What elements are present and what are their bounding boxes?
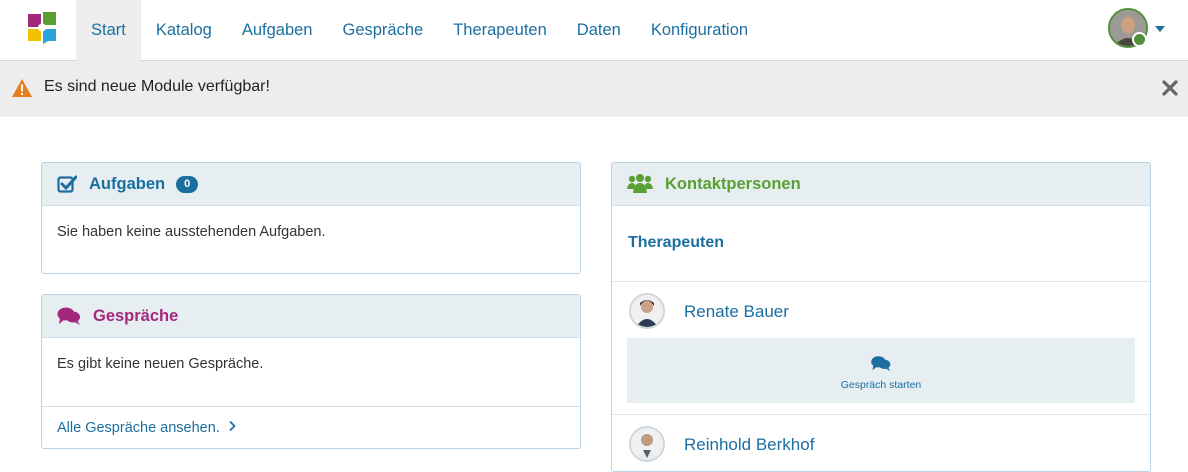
nav-katalog[interactable]: Katalog — [141, 0, 227, 61]
main-nav: Start Katalog Aufgaben Gespräche Therape… — [76, 0, 763, 61]
tasks-title[interactable]: Aufgaben — [89, 175, 165, 194]
therapist-name-link[interactable]: Reinhold Berkhof — [684, 435, 814, 455]
checkbox-checked-icon — [57, 175, 77, 193]
conversations-panel-header: Gespräche — [42, 295, 580, 338]
contacts-title[interactable]: Kontaktpersonen — [665, 175, 801, 194]
tasks-panel: Aufgaben 0 Sie haben keine ausstehenden … — [41, 162, 581, 274]
users-group-icon — [627, 174, 653, 193]
chevron-right-icon — [229, 420, 236, 432]
divider — [612, 414, 1150, 415]
app-logo-icon[interactable] — [28, 12, 58, 44]
view-all-conversations-link[interactable]: Alle Gespräche ansehen. — [42, 406, 580, 448]
nav-therapeuten[interactable]: Therapeuten — [438, 0, 562, 61]
start-conversation-button[interactable]: Gespräch starten — [627, 338, 1135, 403]
therapists-heading: Therapeuten — [628, 234, 725, 251]
top-navbar: Start Katalog Aufgaben Gespräche Therape… — [0, 0, 1188, 61]
tasks-panel-header: Aufgaben 0 — [42, 163, 580, 206]
nav-konfiguration[interactable]: Konfiguration — [636, 0, 763, 61]
online-status-icon — [1132, 32, 1147, 47]
alert-message: Es sind neue Module verfügbar! — [44, 78, 270, 95]
nav-start[interactable]: Start — [76, 0, 141, 61]
nav-daten[interactable]: Daten — [562, 0, 636, 61]
warning-icon — [12, 79, 32, 97]
contacts-panel-header: Kontaktpersonen — [612, 163, 1150, 206]
chat-bubbles-icon — [57, 307, 80, 325]
close-icon[interactable] — [1161, 79, 1179, 97]
chat-bubbles-icon — [871, 356, 891, 372]
tasks-empty-text: Sie haben keine ausstehenden Aufgaben. — [57, 224, 326, 240]
contacts-panel: Kontaktpersonen Therapeuten Renate Bauer… — [611, 162, 1151, 472]
user-menu[interactable] — [1108, 8, 1148, 48]
conversations-empty-text: Es gibt keine neuen Gespräche. — [57, 356, 264, 372]
tasks-count-badge: 0 — [176, 175, 199, 193]
divider — [612, 281, 1150, 282]
conversations-panel: Gespräche Es gibt keine neuen Gespräche.… — [41, 294, 581, 449]
view-all-conversations-label[interactable]: Alle Gespräche ansehen. — [57, 420, 220, 436]
therapist-avatar[interactable] — [629, 426, 665, 462]
start-conversation-label[interactable]: Gespräch starten — [627, 379, 1135, 391]
nav-gespraeche[interactable]: Gespräche — [327, 0, 438, 61]
nav-aufgaben[interactable]: Aufgaben — [227, 0, 328, 61]
chevron-down-icon[interactable] — [1155, 26, 1165, 32]
therapist-name-link[interactable]: Renate Bauer — [684, 302, 789, 322]
conversations-title[interactable]: Gespräche — [93, 307, 178, 326]
therapist-avatar[interactable] — [629, 293, 665, 329]
